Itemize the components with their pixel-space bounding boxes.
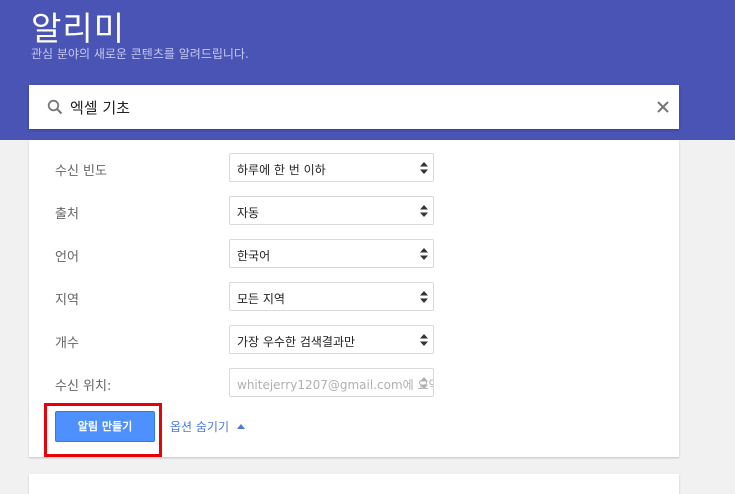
count-select-value: 가장 우수한 검색결과만 (237, 335, 356, 349)
option-label-frequency: 수신 빈도 (55, 164, 107, 179)
search-input[interactable]: 엑셀 기초 (70, 97, 130, 118)
select-updown-icon (420, 291, 428, 303)
option-label-count: 개수 (55, 336, 79, 351)
deliver-to-select: whitejerry1207@gmail.com에 요약 전송 (229, 368, 434, 397)
caret-up-icon (237, 424, 246, 429)
alerts-list-panel (29, 474, 679, 494)
search-icon (47, 99, 63, 115)
deliver-to-select-value: whitejerry1207@gmail.com에 요약 전송 (237, 378, 433, 392)
search-box[interactable]: 엑셀 기초 (29, 85, 679, 129)
options-panel: 수신 빈도 하루에 한 번 이하 출처 자동 언어 한국어 지역 모든 지역 개… (29, 140, 679, 457)
app-subtitle: 관심 분야의 새로운 콘텐츠를 알려드립니다. (31, 47, 249, 61)
select-updown-icon (420, 248, 428, 260)
language-select-value: 한국어 (237, 249, 271, 263)
option-label-region: 지역 (55, 293, 79, 308)
select-updown-icon (420, 205, 428, 217)
select-updown-icon (420, 377, 428, 389)
select-updown-icon (420, 162, 428, 174)
language-select[interactable]: 한국어 (229, 239, 434, 268)
count-select[interactable]: 가장 우수한 검색결과만 (229, 325, 434, 354)
app-title: 알리미 (31, 9, 126, 48)
hide-options-link[interactable]: 옵션 숨기기 (170, 418, 246, 435)
source-select[interactable]: 자동 (229, 196, 434, 225)
region-select[interactable]: 모든 지역 (229, 282, 434, 311)
select-updown-icon (420, 334, 428, 346)
frequency-select[interactable]: 하루에 한 번 이하 (229, 153, 434, 182)
create-alert-button[interactable]: 알림 만들기 (55, 411, 155, 442)
option-label-deliver-to: 수신 위치: (55, 379, 112, 394)
option-label-language: 언어 (55, 250, 79, 265)
option-label-source: 출처 (55, 207, 79, 222)
hide-options-label: 옵션 숨기기 (170, 420, 230, 434)
region-select-value: 모든 지역 (237, 292, 285, 306)
frequency-select-value: 하루에 한 번 이하 (237, 163, 326, 177)
source-select-value: 자동 (237, 206, 260, 220)
close-icon[interactable] (656, 100, 670, 114)
